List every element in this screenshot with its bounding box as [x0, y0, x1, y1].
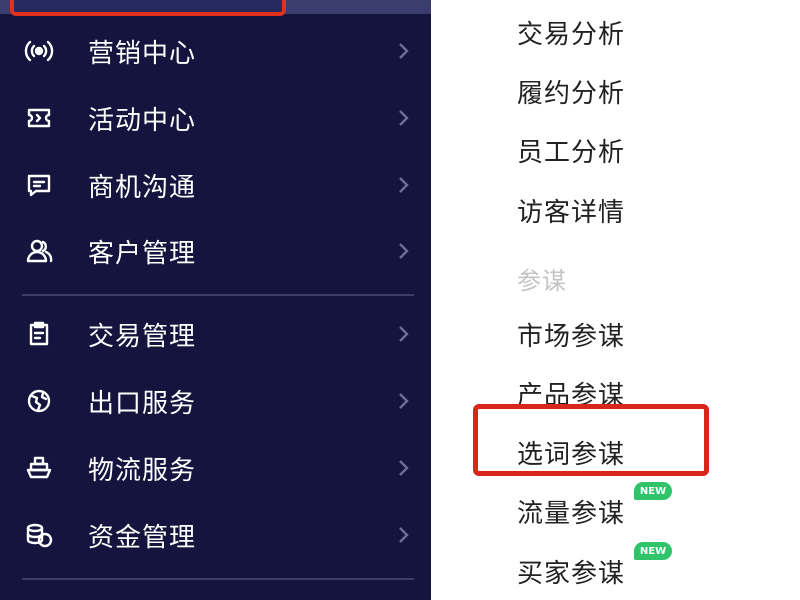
coins-icon	[22, 518, 56, 552]
sidebar-item-label: 营销中心	[88, 38, 197, 69]
sidebar-item-logistics[interactable]: 物流服务	[0, 439, 431, 497]
chevron-right-icon	[396, 322, 410, 346]
submenu-item-trade-analysis[interactable]: 交易分析	[517, 14, 625, 51]
globe-icon	[22, 384, 56, 418]
sidebar-divider	[22, 578, 414, 580]
chevron-right-icon	[396, 456, 410, 480]
chevron-right-icon	[396, 523, 410, 547]
sidebar-item-label: 交易管理	[88, 321, 197, 352]
sidebar-item-events[interactable]: 活动中心	[0, 89, 431, 147]
sidebar: 营销中心 活动中心 商机沟通 客户管理 交易管理 出口服务 物流服务 资金管理	[0, 0, 431, 600]
sidebar-item-customers[interactable]: 客户管理	[0, 222, 431, 280]
chevron-right-icon	[396, 39, 410, 63]
submenu-item-market-insights[interactable]: 市场参谋	[517, 316, 625, 353]
sidebar-item-label: 商机沟通	[88, 172, 197, 203]
chevron-right-icon	[396, 173, 410, 197]
chevron-right-icon	[396, 389, 410, 413]
submenu-item-traffic-insights[interactable]: 流量参谋	[517, 493, 625, 530]
active-item-highlight	[10, 0, 286, 16]
highlight-box	[473, 404, 709, 476]
sidebar-item-label: 出口服务	[88, 388, 197, 419]
sidebar-item-label: 物流服务	[88, 455, 197, 486]
sidebar-item-label: 资金管理	[88, 522, 197, 553]
submenu-group-title: 参谋	[517, 267, 567, 295]
chevron-right-icon	[396, 106, 410, 130]
sidebar-item-funds[interactable]: 资金管理	[0, 506, 431, 564]
clipboard-icon	[22, 317, 56, 351]
message-icon	[22, 168, 56, 202]
sidebar-item-marketing[interactable]: 营销中心	[0, 22, 431, 80]
sidebar-item-transactions[interactable]: 交易管理	[0, 305, 431, 363]
submenu-item-staff-analysis[interactable]: 员工分析	[517, 132, 625, 169]
submenu-item-visitor-details[interactable]: 访客详情	[517, 192, 625, 229]
sidebar-item-opportunities[interactable]: 商机沟通	[0, 156, 431, 214]
sidebar-item-label: 客户管理	[88, 238, 197, 269]
ticket-icon	[22, 101, 56, 135]
submenu-item-buyer-insights[interactable]: 买家参谋	[517, 553, 625, 590]
new-badge: NEW	[634, 542, 672, 560]
submenu-item-fulfillment-analysis[interactable]: 履约分析	[517, 73, 625, 110]
sidebar-item-export-services[interactable]: 出口服务	[0, 372, 431, 430]
sidebar-divider	[22, 294, 414, 296]
users-icon	[22, 234, 56, 268]
new-badge: NEW	[634, 482, 672, 500]
chevron-right-icon	[396, 239, 410, 263]
broadcast-icon	[22, 34, 56, 68]
sidebar-item-label: 活动中心	[88, 105, 197, 136]
ship-icon	[22, 451, 56, 485]
